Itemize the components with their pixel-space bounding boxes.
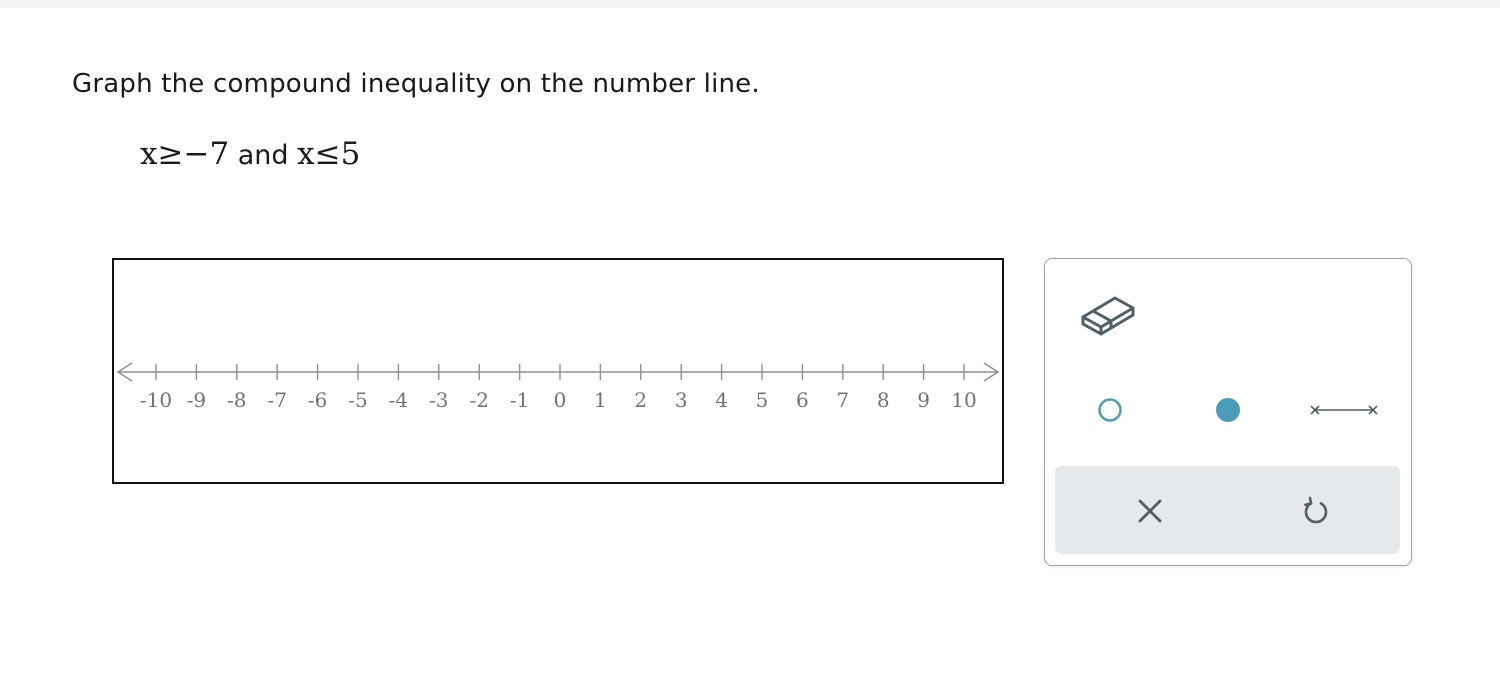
number-line[interactable]: -10 -9 -8 -7 -6 -5 -4 -3 -2 -1 0 1 2 3 4 5 6 7 8 9 10 [114, 260, 1002, 482]
tick-label: 9 [917, 388, 930, 412]
action-bar [1055, 466, 1400, 554]
undo-icon [1304, 496, 1328, 524]
clear-button[interactable] [1125, 488, 1175, 534]
bound-value: 5 [340, 136, 361, 172]
segment-tool-button[interactable] [1307, 385, 1381, 435]
variable: x [140, 136, 158, 172]
tick-label: 3 [675, 388, 688, 412]
variable: x [297, 136, 315, 172]
tick-label: 0 [554, 388, 567, 412]
segment-icon [1310, 405, 1378, 415]
eraser-tool-button[interactable] [1075, 287, 1141, 343]
number-line-graph-area[interactable]: -10 -9 -8 -7 -6 -5 -4 -3 -2 -1 0 1 2 3 4 5 6 7 8 9 10 [112, 258, 1004, 484]
tick-label: 1 [594, 388, 607, 412]
tick-label: -6 [308, 388, 327, 412]
top-strip [0, 0, 1500, 8]
bound-value: −7 [183, 136, 230, 172]
tick-label: 10 [951, 388, 976, 412]
tick-label: 6 [796, 388, 809, 412]
operator: ≤ [314, 136, 341, 172]
tick-label: -1 [510, 388, 529, 412]
tick-label: -8 [227, 388, 246, 412]
closed-point-tool-button[interactable] [1203, 385, 1253, 435]
eraser-icon [1081, 296, 1135, 336]
conjunction: and [237, 140, 289, 171]
close-icon [1138, 499, 1162, 523]
tick-label: 5 [756, 388, 769, 412]
tick-label: -5 [348, 388, 367, 412]
graphing-tool-panel [1044, 258, 1412, 566]
open-circle-icon [1098, 398, 1122, 422]
operator: ≥ [157, 136, 184, 172]
tick-label: -2 [469, 388, 488, 412]
tick-label: -9 [187, 388, 206, 412]
tick-label: 7 [836, 388, 849, 412]
tick-label: 8 [877, 388, 890, 412]
inequality-expression: x ≥ −7 and x ≤ 5 [140, 136, 360, 176]
tick-label: 2 [634, 388, 647, 412]
undo-button[interactable] [1291, 488, 1341, 534]
tick-label: -7 [267, 388, 286, 412]
open-point-tool-button[interactable] [1085, 385, 1135, 435]
tick-label: 4 [715, 388, 728, 412]
tick-label: -3 [429, 388, 448, 412]
instruction-text: Graph the compound inequality on the num… [72, 69, 760, 99]
tick-label: -10 [140, 388, 172, 412]
closed-circle-icon [1216, 398, 1240, 422]
tick-label: -4 [389, 388, 408, 412]
